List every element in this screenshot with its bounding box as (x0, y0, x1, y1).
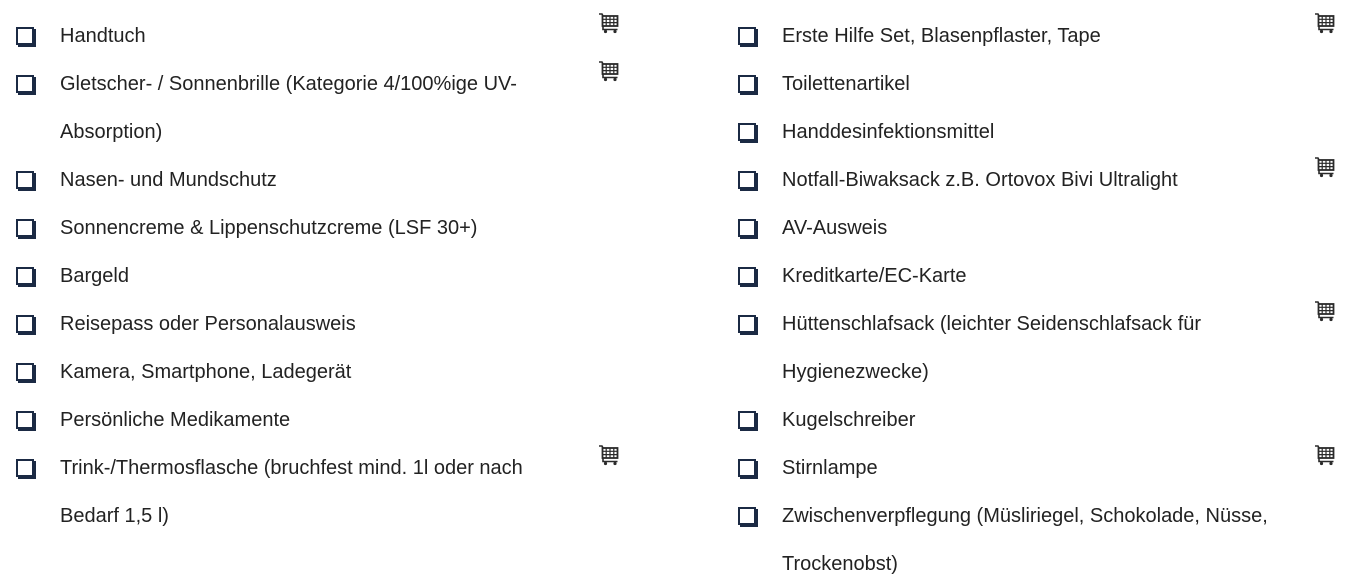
item-label: Toilettenartikel (782, 73, 910, 95)
item-label: Stirnlampe (782, 457, 878, 479)
shopping-cart-icon[interactable] (1314, 156, 1336, 178)
list-item: Reisepass oder Personalausweis (14, 300, 654, 348)
shopping-cart-icon[interactable] (598, 444, 620, 466)
checkbox[interactable] (738, 507, 756, 525)
item-label: AV-Ausweis (782, 217, 888, 239)
list-item: Zwischenverpflegung (Müsliriegel, Schoko… (736, 492, 1346, 588)
item-label: Handtuch (60, 25, 146, 47)
list-item: Nasen- und Mundschutz (14, 156, 654, 204)
checkbox[interactable] (738, 411, 756, 429)
checkbox[interactable] (16, 315, 34, 333)
list-item: Trink-/Thermosflasche (bruchfest mind. 1… (14, 444, 654, 540)
list-item: Gletscher- / Sonnenbrille (Kategorie 4/1… (14, 60, 654, 156)
checkbox[interactable] (738, 27, 756, 45)
item-label: Kreditkarte/EC-Karte (782, 265, 967, 287)
checkbox[interactable] (738, 315, 756, 333)
item-label: Kugelschreiber (782, 409, 916, 431)
checkbox[interactable] (738, 75, 756, 93)
shopping-cart-icon[interactable] (598, 60, 620, 82)
packing-list-left-column: Handtuch Gletscher- / Sonnenbrille (Kateg… (14, 12, 654, 540)
checkbox[interactable] (16, 171, 34, 189)
shopping-cart-icon[interactable] (1314, 12, 1336, 34)
item-label: Gletscher- / Sonnenbrille (Kategorie 4/1… (60, 73, 517, 143)
list-item: Kugelschreiber (736, 396, 1346, 444)
checkbox[interactable] (16, 75, 34, 93)
checkbox[interactable] (738, 219, 756, 237)
list-item: Hüttenschlafsack (leichter Seidenschlafs… (736, 300, 1346, 396)
checkbox[interactable] (16, 459, 34, 477)
item-label: Trink-/Thermosflasche (bruchfest mind. 1… (60, 457, 523, 527)
list-item: Handtuch (14, 12, 654, 60)
checkbox[interactable] (16, 363, 34, 381)
item-label: Reisepass oder Personalausweis (60, 313, 356, 335)
item-label: Zwischenverpflegung (Müsliriegel, Schoko… (782, 505, 1268, 575)
list-item: Kreditkarte/EC-Karte (736, 252, 1346, 300)
checkbox[interactable] (16, 27, 34, 45)
item-label: Sonnencreme & Lippenschutzcreme (LSF 30+… (60, 217, 478, 239)
item-label: Kamera, Smartphone, Ladegerät (60, 361, 352, 383)
list-item: Erste Hilfe Set, Blasenpflaster, Tape (736, 12, 1346, 60)
list-item: Sonnencreme & Lippenschutzcreme (LSF 30+… (14, 204, 654, 252)
item-label: Nasen- und Mundschutz (60, 169, 277, 191)
item-label: Notfall-Biwaksack z.B. Ortovox Bivi Ultr… (782, 169, 1178, 191)
checkbox[interactable] (738, 123, 756, 141)
list-item: Kamera, Smartphone, Ladegerät (14, 348, 654, 396)
checkbox[interactable] (16, 267, 34, 285)
checkbox[interactable] (16, 411, 34, 429)
item-label: Hüttenschlafsack (leichter Seidenschlafs… (782, 313, 1202, 383)
shopping-cart-icon[interactable] (598, 12, 620, 34)
list-item: Toilettenartikel (736, 60, 1346, 108)
item-label: Erste Hilfe Set, Blasenpflaster, Tape (782, 25, 1101, 47)
list-item: Bargeld (14, 252, 654, 300)
shopping-cart-icon[interactable] (1314, 444, 1336, 466)
list-item: Persönliche Medikamente (14, 396, 654, 444)
checkbox[interactable] (738, 171, 756, 189)
item-label: Bargeld (60, 265, 129, 287)
shopping-cart-icon[interactable] (1314, 300, 1336, 322)
list-item: Notfall-Biwaksack z.B. Ortovox Bivi Ultr… (736, 156, 1346, 204)
packing-list-right-column: Erste Hilfe Set, Blasenpflaster, Tape Toi… (736, 12, 1346, 588)
checkbox[interactable] (738, 267, 756, 285)
packing-list: Handtuch Gletscher- / Sonnenbrille (Kateg… (0, 0, 1350, 579)
checkbox[interactable] (738, 459, 756, 477)
list-item: Stirnlampe (736, 444, 1346, 492)
checkbox[interactable] (16, 219, 34, 237)
list-item: AV-Ausweis (736, 204, 1346, 252)
item-label: Handdesinfektionsmittel (782, 121, 995, 143)
item-label: Persönliche Medikamente (60, 409, 291, 431)
list-item: Handdesinfektionsmittel (736, 108, 1346, 156)
